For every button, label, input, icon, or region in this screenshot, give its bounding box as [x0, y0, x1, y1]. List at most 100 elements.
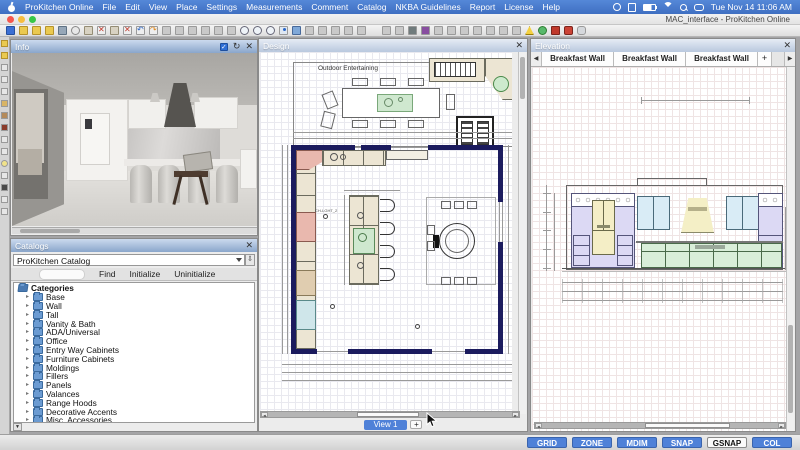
printer-icon[interactable] [1, 184, 8, 191]
menu-item[interactable]: Place [176, 2, 197, 12]
disclosure-triangle-icon[interactable]: ▸ [26, 329, 30, 335]
auto-update-checkbox[interactable]: ✓ [220, 43, 228, 51]
library-icon[interactable] [45, 26, 54, 35]
3d-icon[interactable] [344, 26, 353, 35]
disclosure-triangle-icon[interactable]: ▸ [26, 365, 30, 371]
elevation-vertical-scrollbar[interactable] [786, 67, 794, 431]
frame-icon[interactable] [1, 76, 8, 83]
catalog-tab-initialize[interactable]: Initialize [130, 269, 161, 279]
duplicate-icon[interactable] [1, 124, 8, 131]
history-icon[interactable] [71, 26, 80, 35]
collapse-icon[interactable] [1, 40, 8, 47]
info-panel-titlebar[interactable]: Info ✓ ↻ ✕ [11, 40, 257, 53]
floor-plan-canvas[interactable]: Outdoor Entertaining [260, 52, 512, 414]
column-icon[interactable] [305, 26, 314, 35]
disclosure-triangle-icon[interactable]: ▸ [26, 373, 30, 379]
catalog-tab-blank[interactable] [39, 269, 85, 280]
disclosure-triangle-icon[interactable]: ▸ [26, 382, 30, 388]
world-icon[interactable] [538, 26, 547, 35]
window-icon[interactable] [628, 3, 636, 12]
design-titlebar[interactable]: Design ✕ [259, 39, 527, 52]
tab-scroll-left-icon[interactable]: ◀ [531, 52, 542, 66]
save-icon[interactable] [58, 26, 67, 35]
menu-item[interactable]: Comment [311, 2, 348, 12]
light-icon[interactable] [1, 172, 8, 179]
zoom-in-icon[interactable] [240, 26, 249, 35]
add-elevation-tab[interactable]: + [758, 52, 772, 66]
select-icon[interactable] [214, 26, 223, 35]
screen-icon[interactable] [1, 208, 8, 215]
design-vertical-scrollbar[interactable] [518, 52, 526, 414]
tree-item[interactable]: ▸ Misc. Accessories [14, 416, 254, 423]
report-icon[interactable] [551, 26, 560, 35]
print-icon[interactable] [188, 26, 197, 35]
align-center-icon[interactable] [447, 26, 456, 35]
measure-icon[interactable] [162, 26, 171, 35]
menu-item[interactable]: Catalog [357, 2, 386, 12]
walk-icon[interactable] [395, 26, 404, 35]
gsnap-button[interactable]: GSNAP [707, 437, 747, 448]
align-bottom-icon[interactable] [473, 26, 482, 35]
warning-icon[interactable] [525, 26, 534, 35]
delete-icon[interactable] [123, 26, 132, 35]
battery-icon[interactable] [643, 4, 656, 11]
view-tab[interactable]: View 1 [364, 420, 408, 430]
outline-icon[interactable] [1, 100, 8, 107]
menu-item[interactable]: View [149, 2, 167, 12]
elevation-canvas[interactable]: ◂ ▸ [532, 67, 788, 431]
catalog-select[interactable]: ProKitchen Catalog [13, 254, 245, 266]
angle-icon[interactable] [175, 26, 184, 35]
contrast-icon[interactable] [357, 26, 366, 35]
tree-scroll-down-button[interactable]: ▼ [13, 423, 22, 431]
import-icon[interactable] [32, 26, 41, 35]
pencil-icon[interactable] [1, 52, 8, 59]
col-button[interactable]: COL [752, 437, 792, 448]
disclosure-triangle-icon[interactable]: ▸ [26, 294, 30, 300]
menu-item[interactable]: Help [543, 2, 560, 12]
disclosure-triangle-icon[interactable]: ▸ [26, 400, 30, 406]
token-icon[interactable] [512, 26, 521, 35]
disclosure-triangle-icon[interactable]: ▸ [26, 347, 30, 353]
design-horizontal-scrollbar[interactable]: ◂ ▸ [260, 411, 520, 418]
close-window-button[interactable] [7, 16, 14, 23]
catalog-pin-button[interactable]: ⇩ [245, 254, 255, 266]
add-view-button[interactable]: + [410, 420, 422, 429]
elevation-tab[interactable]: Breakfast Wall [542, 52, 614, 66]
zoom-window-button[interactable] [29, 16, 36, 23]
search-icon[interactable] [680, 4, 687, 11]
wifi-icon[interactable] [663, 2, 673, 12]
panel-icon[interactable] [1, 88, 8, 95]
clipboard-icon[interactable] [201, 26, 210, 35]
zone-button[interactable]: ZONE [572, 437, 612, 448]
apple-menu-icon[interactable] [8, 3, 16, 12]
menu-item[interactable]: ProKitchen Online [25, 2, 94, 12]
cabinet-icon[interactable] [1, 112, 8, 119]
paste-icon[interactable] [110, 26, 119, 35]
disclosure-triangle-icon[interactable]: ▸ [26, 338, 30, 344]
menu-item[interactable]: File [103, 2, 117, 12]
disclosure-triangle-icon[interactable]: ▸ [26, 409, 30, 415]
mail-icon[interactable] [499, 26, 508, 35]
elevation-tab[interactable]: Breakfast Wall [686, 52, 758, 66]
close-icon[interactable]: ✕ [245, 42, 253, 51]
align-left-icon[interactable] [434, 26, 443, 35]
comment-icon[interactable] [564, 26, 573, 35]
tab-scroll-right-icon[interactable]: ▶ [784, 52, 795, 66]
align-right-icon[interactable] [460, 26, 469, 35]
elevation-horizontal-scrollbar[interactable]: ◂ ▸ [534, 422, 786, 429]
cut-icon[interactable] [97, 26, 106, 35]
undo-icon[interactable] [136, 26, 145, 35]
minimize-window-button[interactable] [18, 16, 25, 23]
mdim-button[interactable]: MDIM [617, 437, 657, 448]
close-icon[interactable]: ✕ [245, 241, 253, 250]
menu-item[interactable]: Settings [206, 2, 237, 12]
refresh-icon[interactable]: ↻ [233, 42, 241, 51]
disclosure-triangle-icon[interactable]: ▸ [26, 417, 30, 423]
eraser-icon[interactable] [1, 148, 8, 155]
disclosure-triangle-icon[interactable]: ▸ [26, 356, 30, 362]
catalog-tab-uninitialize[interactable]: Uninitialize [174, 269, 215, 279]
divider-icon[interactable] [331, 26, 340, 35]
pen-icon[interactable] [1, 64, 8, 71]
paint-icon[interactable] [421, 26, 430, 35]
menu-item[interactable]: Report [470, 2, 496, 12]
